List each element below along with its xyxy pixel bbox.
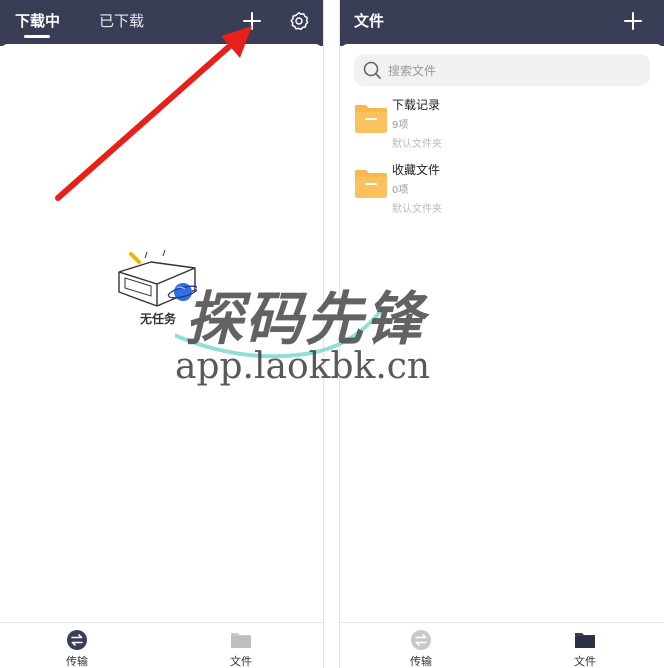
screenshot-root: 下载中 已下载 无任务 传输 文件 文件 搜索文件 下载记录 9项 默认文件夹 … bbox=[0, 0, 664, 668]
nav-transfer-label: 传输 bbox=[66, 655, 88, 668]
transfer-icon bbox=[411, 630, 431, 650]
folder-subtitle: 默认文件夹 bbox=[392, 204, 442, 215]
search-input[interactable]: 搜索文件 bbox=[354, 54, 650, 86]
plus-icon[interactable] bbox=[241, 10, 263, 32]
empty-state-label: 无任务 bbox=[140, 312, 177, 326]
folder-subtitle: 默认文件夹 bbox=[392, 139, 442, 150]
folder-icon bbox=[355, 105, 387, 133]
nav-files-label: 文件 bbox=[574, 655, 596, 668]
bottom-nav: 传输 文件 bbox=[0, 622, 323, 668]
plus-icon[interactable] bbox=[622, 10, 644, 32]
files-screen: 文件 搜索文件 下载记录 9项 默认文件夹 收藏文件 0项 默认文件夹 传输 文… bbox=[340, 0, 664, 668]
folder-item[interactable]: 收藏文件 0项 默认文件夹 bbox=[354, 161, 650, 219]
tab-downloaded[interactable]: 已下载 bbox=[99, 10, 144, 31]
transfer-icon bbox=[67, 630, 87, 650]
nav-transfer-label: 传输 bbox=[410, 655, 432, 668]
transfer-content: 无任务 bbox=[0, 44, 323, 624]
nav-files[interactable]: 文件 bbox=[201, 623, 281, 668]
nav-files[interactable]: 文件 bbox=[545, 623, 625, 668]
tab-downloading[interactable]: 下载中 bbox=[15, 10, 60, 31]
empty-box-illustration bbox=[118, 250, 197, 307]
bottom-nav: 传输 文件 bbox=[340, 622, 664, 668]
folder-icon bbox=[355, 170, 387, 198]
search-icon bbox=[363, 61, 381, 79]
nav-files-label: 文件 bbox=[230, 655, 252, 668]
panel-divider bbox=[323, 0, 340, 668]
folder-icon bbox=[575, 633, 595, 648]
folder-count: 0项 bbox=[392, 185, 409, 196]
active-tab-indicator bbox=[24, 35, 50, 38]
nav-transfer[interactable]: 传输 bbox=[37, 623, 117, 668]
folder-icon bbox=[231, 633, 251, 648]
files-content: 搜索文件 下载记录 9项 默认文件夹 收藏文件 0项 默认文件夹 bbox=[340, 44, 664, 624]
nav-transfer[interactable]: 传输 bbox=[381, 623, 461, 668]
page-title: 文件 bbox=[354, 12, 385, 30]
transfer-header: 下载中 已下载 bbox=[0, 0, 323, 46]
folder-count: 9项 bbox=[392, 120, 409, 131]
transfer-screen: 下载中 已下载 无任务 传输 文件 bbox=[0, 0, 323, 668]
files-header: 文件 bbox=[340, 0, 664, 46]
folder-item[interactable]: 下载记录 9项 默认文件夹 bbox=[354, 96, 650, 154]
gear-icon[interactable] bbox=[288, 10, 310, 32]
folder-name: 收藏文件 bbox=[392, 163, 441, 177]
folder-name: 下载记录 bbox=[392, 98, 441, 112]
search-placeholder: 搜索文件 bbox=[388, 64, 437, 78]
